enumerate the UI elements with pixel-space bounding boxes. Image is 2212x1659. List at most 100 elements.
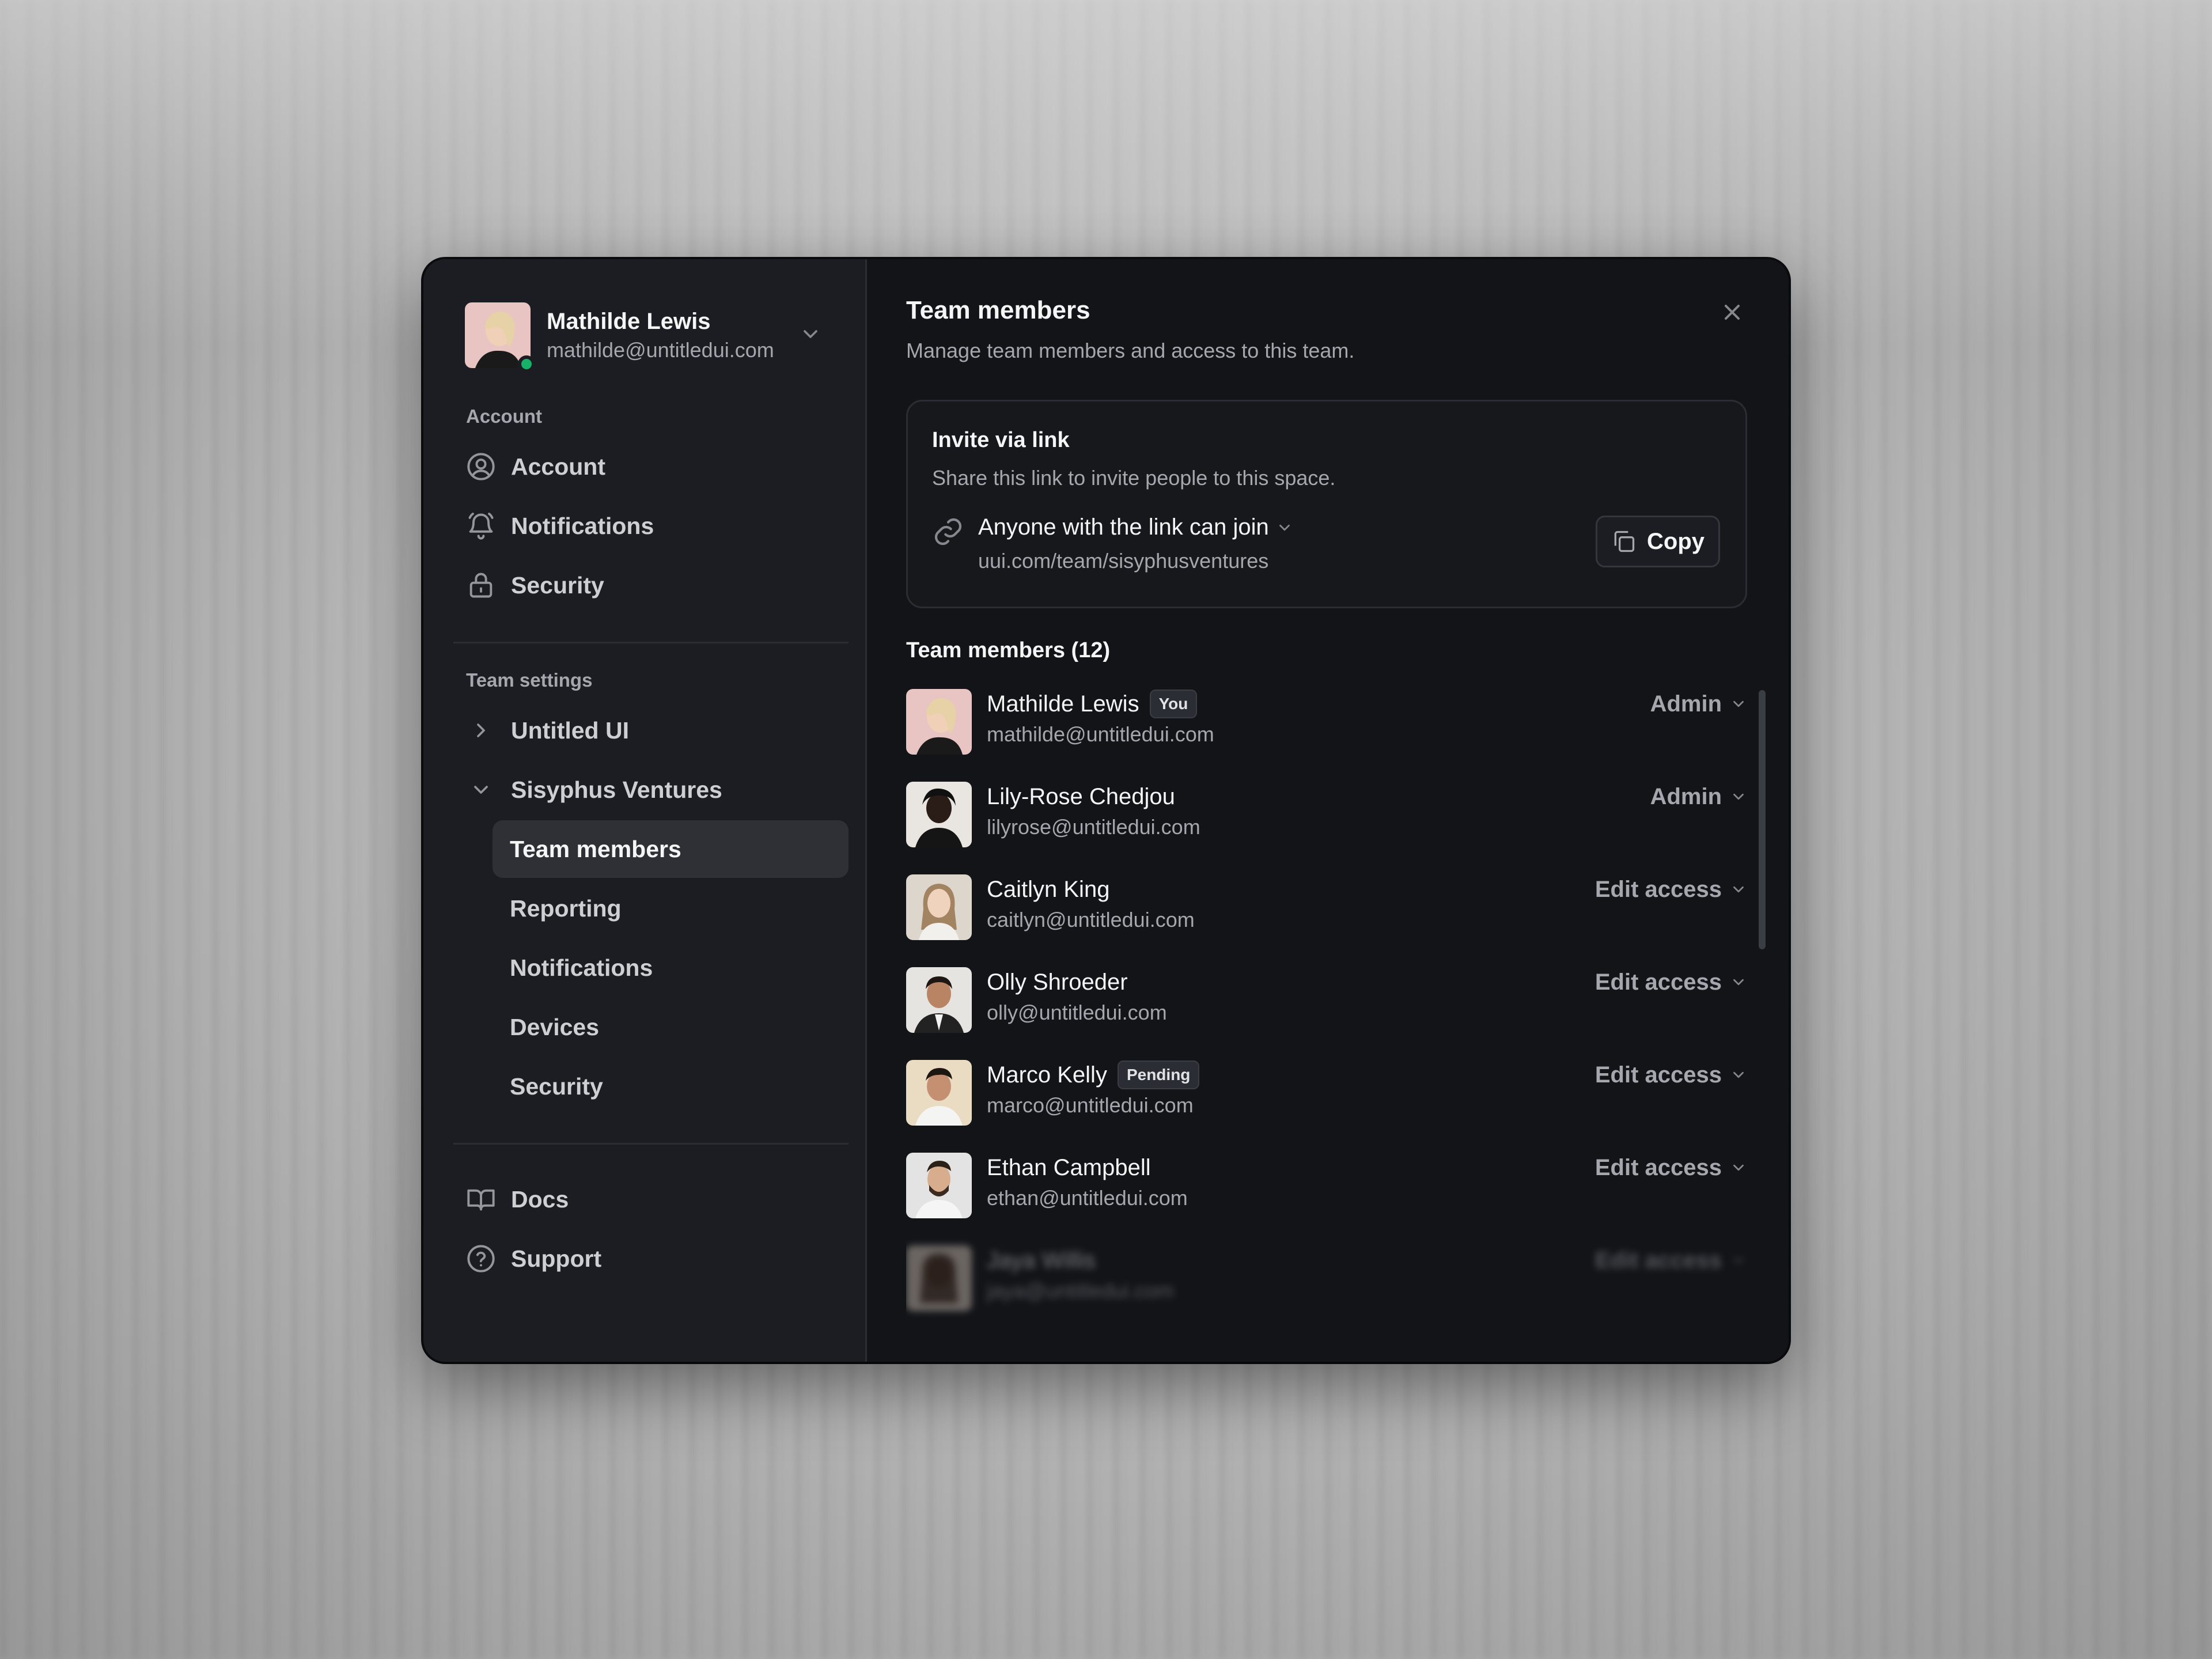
- member-name: Caitlyn King: [987, 876, 1110, 902]
- chevron-down-icon: [1733, 700, 1744, 707]
- sidebar-item-label: Docs: [511, 1185, 569, 1213]
- table-row: Lily-Rose Chedjou lilyrose@untitledui.co…: [906, 778, 1747, 847]
- table-row: Mathilde Lewis You mathilde@untitledui.co…: [906, 685, 1747, 755]
- copy-icon: [1614, 531, 1635, 552]
- role-dropdown[interactable]: Edit access: [1595, 874, 1747, 904]
- chevron-down-icon: [1279, 524, 1290, 531]
- pending-badge: Pending: [1117, 1060, 1200, 1089]
- sidebar-item-label: Notifications: [510, 954, 653, 981]
- team-settings-modal: Mathilde Lewis mathilde@untitledui.com A…: [423, 259, 1789, 1362]
- role-dropdown[interactable]: Admin: [1650, 689, 1747, 719]
- role-dropdown[interactable]: Edit access: [1595, 1153, 1747, 1183]
- sidebar-divider: [453, 642, 849, 643]
- role-label: Edit access: [1594, 969, 1722, 995]
- avatar: [465, 302, 535, 373]
- invite-link-card: Invite via link Share this link to invit…: [906, 400, 1747, 608]
- link-permission-dropdown[interactable]: Anyone with the link can join: [978, 514, 1293, 540]
- table-row: Marco Kelly Pending marco@untitledui.com …: [906, 1056, 1747, 1126]
- avatar: [906, 782, 972, 847]
- table-row: Ethan Campbell ethan@untitledui.com Edit…: [906, 1149, 1747, 1218]
- invite-title: Invite via link: [932, 428, 1070, 452]
- member-name: Jaya Willis: [987, 1247, 1096, 1273]
- copy-link-button[interactable]: Copy: [1596, 516, 1720, 567]
- bell-icon: [465, 510, 497, 542]
- role-dropdown[interactable]: Edit access: [1595, 967, 1747, 997]
- role-label: Admin: [1650, 691, 1722, 717]
- members-list: Mathilde Lewis You mathilde@untitledui.co…: [906, 685, 1753, 1362]
- sidebar-item-reporting[interactable]: Reporting: [493, 880, 849, 937]
- avatar: [906, 1153, 972, 1218]
- sidebar-item-label: Security: [510, 1073, 603, 1100]
- sidebar-team-untitled-ui[interactable]: Untitled UI: [453, 702, 849, 759]
- sidebar-item-docs[interactable]: Docs: [453, 1171, 849, 1228]
- member-email: ethan@untitledui.com: [987, 1186, 1188, 1210]
- sidebar-item-notifications[interactable]: Notifications: [453, 497, 849, 555]
- sidebar-item-label: Sisyphus Ventures: [511, 776, 722, 803]
- role-label: Admin: [1650, 783, 1722, 809]
- user-account-switcher[interactable]: Mathilde Lewis mathilde@untitledui.com: [465, 301, 834, 373]
- page-title: Team members: [906, 296, 1090, 324]
- sidebar-item-account[interactable]: Account: [453, 438, 849, 495]
- chevron-down-icon: [1733, 1164, 1744, 1171]
- account-section-label: Account: [466, 406, 542, 427]
- chevron-down-icon: [1733, 1071, 1744, 1078]
- lock-icon: [465, 569, 497, 601]
- role-dropdown[interactable]: Edit access: [1595, 1245, 1747, 1275]
- team-members-panel: Team members Manage team members and acc…: [867, 259, 1789, 1362]
- table-row: Olly Shroeder olly@untitledui.com Edit a…: [906, 964, 1747, 1033]
- member-email: mathilde@untitledui.com: [987, 722, 1214, 746]
- chevron-down-icon: [1733, 886, 1744, 893]
- avatar: [906, 689, 972, 755]
- chevron-right-icon: [465, 714, 497, 747]
- you-badge: You: [1149, 690, 1198, 718]
- sidebar-item-support[interactable]: Support: [453, 1230, 849, 1287]
- chevron-down-icon: [465, 774, 497, 806]
- team-settings-section-label: Team settings: [466, 669, 593, 691]
- invite-description: Share this link to invite people to this…: [932, 466, 1336, 490]
- user-name: Mathilde Lewis: [547, 309, 711, 334]
- member-name: Olly Shroeder: [987, 969, 1128, 995]
- sidebar-item-security[interactable]: Security: [453, 556, 849, 614]
- sidebar-item-label: Untitled UI: [511, 717, 629, 744]
- online-status-dot: [518, 355, 535, 373]
- sidebar-team-sisyphus-ventures[interactable]: Sisyphus Ventures: [453, 761, 849, 819]
- role-label: Edit access: [1594, 1154, 1722, 1180]
- avatar: [906, 1245, 972, 1311]
- avatar: [906, 874, 972, 940]
- close-button[interactable]: [1715, 295, 1749, 329]
- settings-sidebar: Mathilde Lewis mathilde@untitledui.com A…: [423, 259, 867, 1362]
- link-permission-label: Anyone with the link can join: [978, 514, 1269, 540]
- invite-url: uui.com/team/sisyphusventures: [978, 549, 1269, 573]
- table-row: Jaya Willis jaya@untitledui.com Edit acc…: [906, 1242, 1747, 1311]
- member-name: Lily-Rose Chedjou: [987, 783, 1175, 809]
- close-icon: [1724, 304, 1740, 320]
- chevron-down-icon: [1733, 1257, 1744, 1264]
- member-email: lilyrose@untitledui.com: [987, 815, 1200, 839]
- sidebar-item-label: Team members: [510, 835, 681, 862]
- copy-label: Copy: [1647, 528, 1705, 554]
- sidebar-item-label: Account: [511, 453, 605, 480]
- members-scrollbar[interactable]: [1759, 690, 1766, 949]
- role-dropdown[interactable]: Edit access: [1595, 1060, 1747, 1090]
- book-icon: [465, 1183, 497, 1215]
- chevron-down-icon: [1733, 793, 1744, 800]
- chevron-down-icon: [1733, 979, 1744, 986]
- member-email: marco@untitledui.com: [987, 1093, 1194, 1117]
- help-circle-icon: [465, 1243, 497, 1275]
- link-icon: [934, 518, 962, 546]
- role-label: Edit access: [1594, 876, 1722, 902]
- sidebar-item-team-notifications[interactable]: Notifications: [493, 939, 849, 997]
- sidebar-item-team-members[interactable]: Team members: [493, 820, 849, 878]
- member-name: Marco Kelly: [987, 1062, 1107, 1088]
- sidebar-item-devices[interactable]: Devices: [493, 998, 849, 1056]
- sidebar-item-team-security[interactable]: Security: [493, 1058, 849, 1115]
- chevron-down-icon: [804, 330, 817, 338]
- user-email: mathilde@untitledui.com: [547, 338, 774, 362]
- role-dropdown[interactable]: Admin: [1650, 782, 1747, 812]
- member-email: caitlyn@untitledui.com: [987, 908, 1195, 931]
- sidebar-divider: [453, 1143, 849, 1145]
- sidebar-item-label: Notifications: [511, 512, 654, 539]
- role-label: Edit access: [1594, 1062, 1722, 1088]
- sidebar-item-label: Support: [511, 1245, 602, 1272]
- user-circle-icon: [465, 450, 497, 483]
